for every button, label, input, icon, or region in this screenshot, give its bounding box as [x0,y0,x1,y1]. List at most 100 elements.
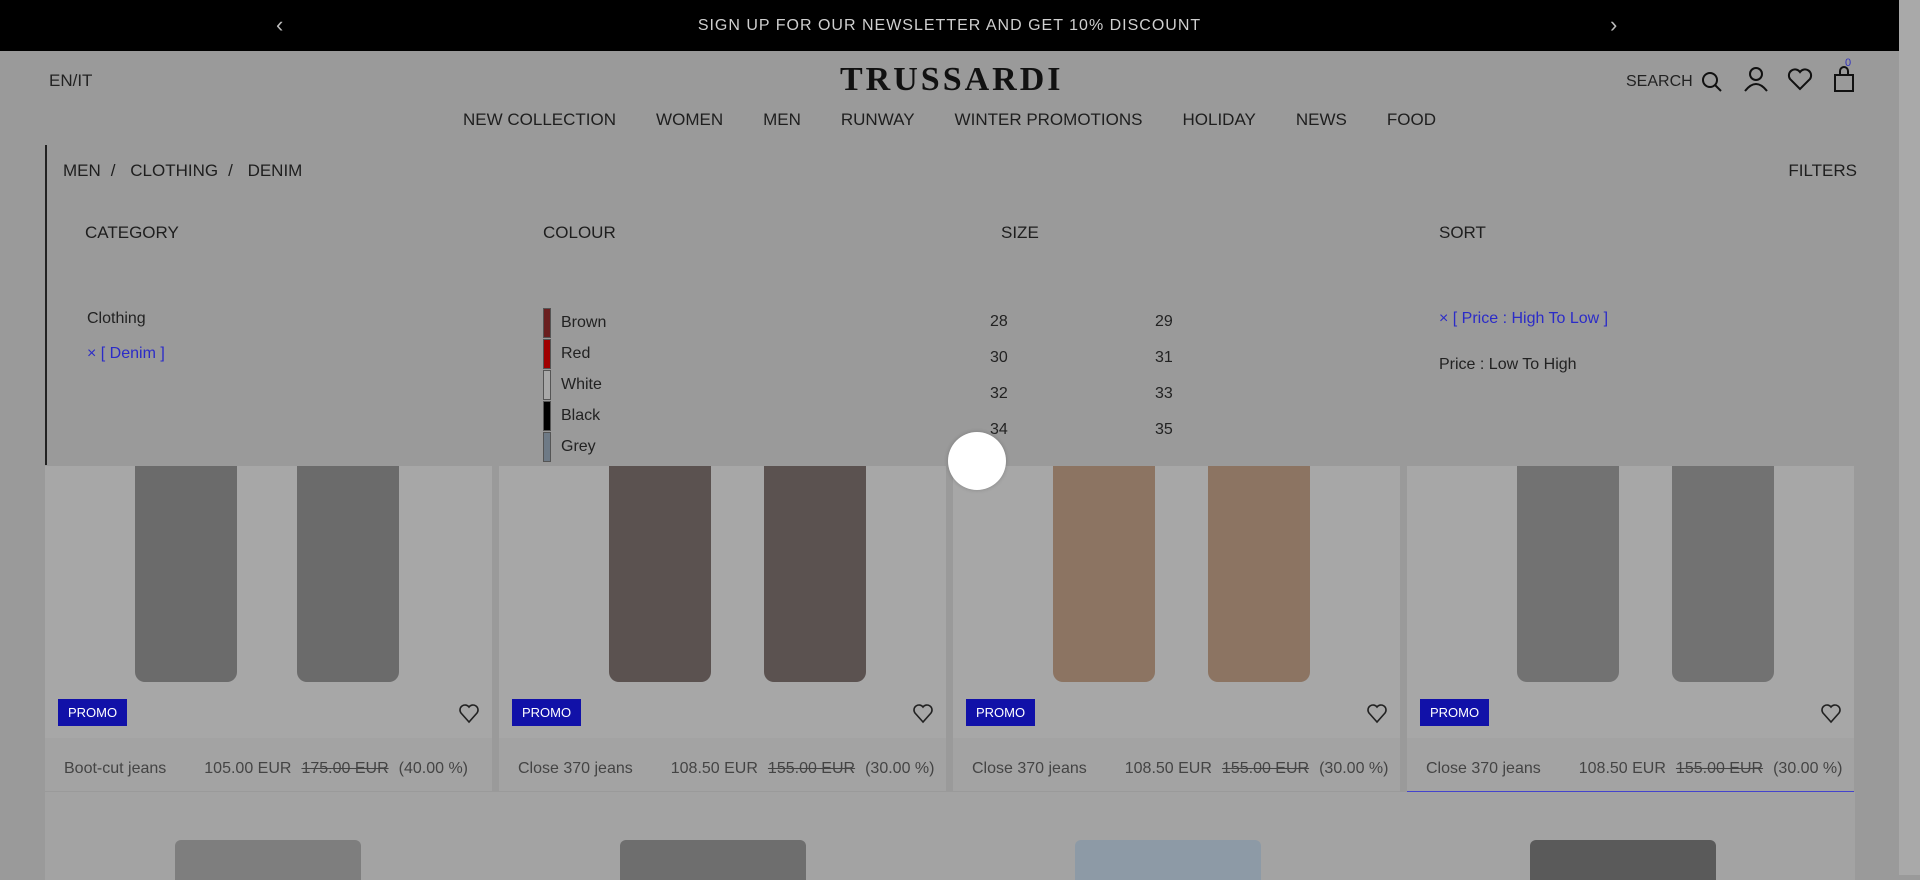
jeans-leg [609,466,711,682]
brand-logo[interactable]: TRUSSARDI [840,61,1064,99]
nav-holiday[interactable]: HOLIDAY [1183,110,1256,130]
size-option[interactable]: 33 [1155,385,1215,403]
size-option[interactable]: 30 [990,349,1155,367]
product-info: Close 370 jeans 108.50 EUR 155.00 EUR (3… [953,746,1400,791]
chevron-left-icon[interactable]: ‹ [276,12,284,38]
product-thumbnail[interactable] [1530,840,1716,880]
breadcrumb-clothing[interactable]: CLOTHING [130,161,218,180]
jeans-leg [1053,466,1155,682]
product-discount: (30.00 %) [1319,759,1389,777]
product-old-price: 155.00 EUR [1675,759,1764,777]
wishlist-heart-icon[interactable] [1820,702,1842,724]
colour-swatch [543,400,551,431]
promo-badge: PROMO [512,699,582,726]
colour-option-brown[interactable]: Brown [543,307,606,338]
sort-high-to-low-active[interactable]: × [ Price : High To Low ] [1439,310,1608,328]
colour-option-grey[interactable]: Grey [543,431,606,462]
breadcrumb-men[interactable]: MEN [63,161,101,180]
product-price: 108.50 EUR [1124,759,1212,777]
jeans-leg [1208,466,1310,682]
category-denim-active[interactable]: × [ Denim ] [87,345,165,363]
nav-men[interactable]: MEN [763,110,801,130]
colour-option-black[interactable]: Black [543,400,606,431]
product-image[interactable] [1407,466,1854,738]
size-option[interactable]: 28 [990,313,1155,331]
wishlist-heart-icon[interactable] [912,702,934,724]
jeans-leg [1672,466,1774,682]
product-thumbnail[interactable] [1075,840,1261,880]
window-scrollbar[interactable] [1899,0,1920,875]
product-info: Close 370 jeans 108.50 EUR 155.00 EUR (3… [1407,746,1854,793]
product-info: Boot-cut jeans 105.00 EUR 175.00 EUR (40… [45,746,492,791]
colour-swatch [543,431,551,462]
size-option[interactable]: 29 [1155,313,1215,331]
nav-women[interactable]: WOMEN [656,110,723,130]
wishlist-heart-icon[interactable] [458,702,480,724]
loading-spinner [948,432,1006,490]
product-old-price: 155.00 EUR [767,759,856,777]
product-old-price: 175.00 EUR [301,759,389,777]
main-nav: NEW COLLECTION WOMEN MEN RUNWAY WINTER P… [0,110,1899,130]
product-info: Close 370 jeans 108.50 EUR 155.00 EUR (3… [499,746,946,791]
nav-winter-promotions[interactable]: WINTER PROMOTIONS [955,110,1143,130]
product-old-price: 155.00 EUR [1221,759,1310,777]
nav-food[interactable]: FOOD [1387,110,1436,130]
cart-icon[interactable] [1830,65,1858,93]
nav-runway[interactable]: RUNWAY [841,110,915,130]
product-image[interactable] [499,466,946,738]
breadcrumb: MEN / CLOTHING / DENIM [63,161,303,180]
product-name[interactable]: Close 370 jeans [518,760,633,778]
product-name[interactable]: Close 370 jeans [972,760,1087,778]
wishlist-heart-icon[interactable] [1366,702,1388,724]
product-name[interactable]: Boot-cut jeans [64,760,166,778]
product-discount: (30.00 %) [1773,759,1843,777]
filter-panel: MEN / CLOTHING / DENIM FILTERS CATEGORY CO… [45,145,1857,523]
sort-low-to-high[interactable]: Price : Low To High [1439,356,1577,374]
product-price: 105.00 EUR [204,759,292,777]
promo-bar: ‹ SIGN UP FOR OUR NEWSLETTER AND GET 10%… [0,0,1899,51]
colour-list: Brown Red White Black Grey [543,307,606,462]
colour-swatch [543,338,551,369]
nav-news[interactable]: NEWS [1296,110,1347,130]
filters-toggle[interactable]: FILTERS [1788,161,1857,181]
product-card[interactable]: PROMO Boot-cut jeans 105.00 EUR 175.00 E… [45,466,492,791]
promo-badge: PROMO [966,699,1036,726]
breadcrumb-denim[interactable]: DENIM [248,161,303,180]
product-name[interactable]: Close 370 jeans [1426,760,1541,778]
size-option[interactable]: 32 [990,385,1155,403]
product-card[interactable]: PROMO Close 370 jeans 108.50 EUR 155.00 … [953,466,1400,791]
colour-swatch [543,307,551,338]
product-card[interactable]: PROMO Close 370 jeans 108.50 EUR 155.00 … [1407,466,1854,793]
product-thumbnail[interactable] [175,840,361,880]
cart-count-badge: 0 [1845,57,1852,69]
colour-option-red[interactable]: Red [543,338,606,369]
promo-badge: PROMO [1420,699,1490,726]
colour-option-white[interactable]: White [543,369,606,400]
category-clothing[interactable]: Clothing [87,310,146,328]
product-thumbnail[interactable] [620,840,806,880]
product-price: 108.50 EUR [670,759,758,777]
jeans-leg [297,466,399,682]
search-button[interactable]: SEARCH [1626,71,1723,93]
size-option[interactable]: 34 [990,421,1155,439]
jeans-leg [1517,466,1619,682]
product-card[interactable]: PROMO Close 370 jeans 108.50 EUR 155.00 … [499,466,946,791]
chevron-right-icon[interactable]: › [1610,12,1618,38]
size-option[interactable]: 31 [1155,349,1215,367]
language-switch[interactable]: EN/IT [49,71,92,91]
account-icon[interactable] [1742,65,1770,93]
product-image[interactable] [45,466,492,738]
size-heading: SIZE [1001,223,1039,242]
jeans-leg [135,466,237,682]
product-discount: (30.00 %) [865,759,935,777]
size-grid: 28 29 30 31 32 33 34 35 [990,313,1215,439]
site-header: EN/IT TRUSSARDI SEARCH 0 NEW COLLECTION … [0,51,1899,141]
promo-text[interactable]: SIGN UP FOR OUR NEWSLETTER AND GET 10% D… [698,17,1201,35]
nav-new-collection[interactable]: NEW COLLECTION [463,110,616,130]
search-label: SEARCH [1626,73,1693,90]
product-row-2 [45,792,1855,880]
wishlist-icon[interactable] [1786,65,1814,93]
size-option[interactable]: 35 [1155,421,1215,439]
product-price: 108.50 EUR [1578,759,1666,777]
product-image[interactable] [953,466,1400,738]
